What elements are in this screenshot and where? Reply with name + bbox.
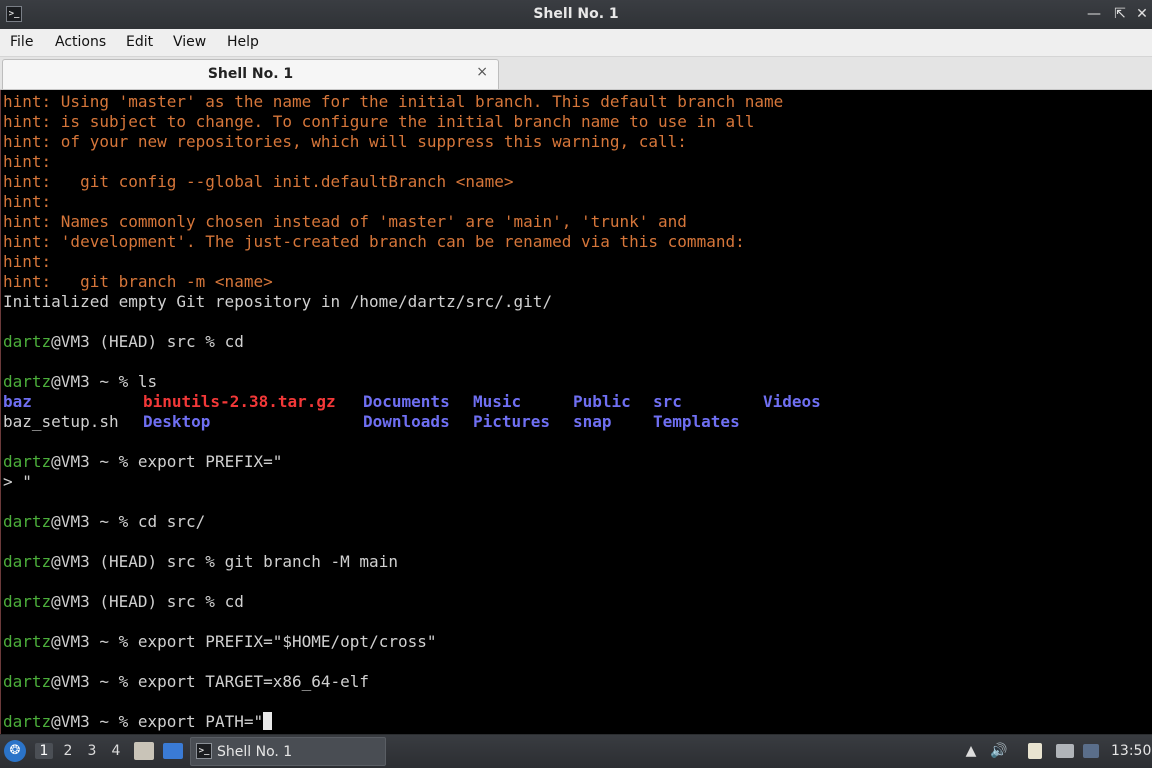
hint-line: hint: — [3, 192, 52, 211]
ls-entry-archive: binutils-2.38.tar.gz — [143, 392, 336, 411]
close-button[interactable]: ✕ — [1132, 4, 1152, 24]
prompt-text: @VM3 (HEAD) src % — [51, 332, 225, 351]
ls-entry-dir: Downloads — [363, 412, 450, 431]
hint-line: hint: Using 'master' as the name for the… — [3, 92, 784, 111]
taskbar-window-shell[interactable]: >_ Shell No. 1 — [190, 737, 386, 766]
prompt-text: @VM3 ~ % — [51, 712, 138, 731]
menu-bar: File Actions Edit View Help — [0, 29, 1152, 57]
prompt-user: dartz — [3, 672, 52, 691]
prompt-user: dartz — [3, 632, 52, 651]
updates-icon[interactable] — [1083, 744, 1099, 758]
tray-expand-icon[interactable]: ▲ — [962, 742, 980, 760]
menu-view[interactable]: View — [173, 34, 206, 50]
prompt-text: @VM3 (HEAD) src % — [51, 552, 225, 571]
prompt-text: @VM3 ~ % — [51, 672, 138, 691]
minimize-button[interactable]: — — [1084, 4, 1104, 24]
text-cursor — [263, 712, 273, 730]
maximize-button[interactable]: ⇱ — [1110, 4, 1130, 24]
desktop-4-button[interactable]: 4 — [107, 743, 125, 759]
prompt-line: dartz@VM3 (HEAD) src % cd — [3, 332, 244, 352]
prompt-user: dartz — [3, 512, 52, 531]
terminal-output[interactable]: hint: Using 'master' as the name for the… — [0, 90, 1152, 734]
prompt-line: dartz@VM3 ~ % export TARGET=x86_64-elf — [3, 672, 369, 692]
clock[interactable]: 13:50 — [1111, 743, 1151, 759]
window-title: Shell No. 1 — [533, 6, 619, 22]
ls-entry-dir: src — [653, 392, 682, 411]
menu-help[interactable]: Help — [227, 34, 259, 50]
ls-entry-dir: snap — [573, 412, 612, 431]
menu-file[interactable]: File — [10, 34, 33, 50]
tab-shell-1[interactable]: Shell No. 1 × — [2, 59, 499, 89]
file-manager-icon[interactable] — [134, 742, 154, 760]
command-text: cd — [224, 332, 244, 351]
hint-line: hint: — [3, 252, 52, 271]
prompt-text: @VM3 ~ % — [51, 632, 138, 651]
show-desktop-icon[interactable] — [163, 743, 183, 759]
tab-label: Shell No. 1 — [207, 66, 294, 82]
window-titlebar[interactable]: >_ Shell No. 1 — ⇱ ✕ — [0, 0, 1152, 29]
ls-entry-dir: Music — [473, 392, 522, 411]
prompt-text: @VM3 (HEAD) src % — [51, 592, 225, 611]
prompt-user: dartz — [3, 332, 52, 351]
prompt-line-active[interactable]: dartz@VM3 ~ % export PATH=" — [3, 712, 273, 732]
prompt-line: dartz@VM3 (HEAD) src % git branch -M mai… — [3, 552, 398, 572]
command-text: export PREFIX=" — [137, 452, 283, 471]
ls-entry-file: baz_setup.sh — [3, 412, 119, 431]
prompt-user: dartz — [3, 552, 52, 571]
prompt-line: dartz@VM3 ~ % cd src/ — [3, 512, 205, 532]
prompt-text: @VM3 ~ % — [51, 452, 138, 471]
tab-strip: Shell No. 1 × — [0, 57, 1152, 90]
ls-entry-dir: Videos — [763, 392, 821, 411]
ls-entry-dir: Desktop — [143, 412, 211, 431]
prompt-text: @VM3 ~ % — [51, 372, 138, 391]
prompt-user: dartz — [3, 452, 52, 471]
command-text: cd — [224, 592, 244, 611]
clipboard-icon[interactable] — [1028, 743, 1042, 759]
prompt-user: dartz — [3, 372, 52, 391]
prompt-text: @VM3 ~ % — [51, 512, 138, 531]
ls-entry-dir: Templates — [653, 412, 740, 431]
desktop-3-button[interactable]: 3 — [83, 743, 101, 759]
command-text: export PREFIX="$HOME/opt/cross" — [137, 632, 437, 651]
command-text: git branch -M main — [224, 552, 398, 571]
init-message: Initialized empty Git repository in /hom… — [3, 292, 553, 311]
command-text: export TARGET=x86_64-elf — [137, 672, 370, 691]
ls-entry-dir: Public — [573, 392, 631, 411]
prompt-line: dartz@VM3 ~ % export PREFIX="$HOME/opt/c… — [3, 632, 437, 652]
hint-line: hint: — [3, 152, 52, 171]
hint-line: hint: Names commonly chosen instead of '… — [3, 212, 687, 231]
network-icon[interactable] — [1056, 744, 1074, 758]
hint-line: hint: is subject to change. To configure… — [3, 112, 755, 131]
hint-line: hint: git config --global init.defaultBr… — [3, 172, 514, 191]
hint-line: hint: 'development'. The just-created br… — [3, 232, 745, 251]
ls-entry-dir: Documents — [363, 392, 450, 411]
desktop-1-button[interactable]: 1 — [35, 743, 53, 759]
menu-edit[interactable]: Edit — [126, 34, 153, 50]
prompt-line: dartz@VM3 ~ % ls — [3, 372, 157, 392]
hint-line: hint: of your new repositories, which wi… — [3, 132, 687, 151]
command-input[interactable]: export PATH=" — [138, 712, 263, 731]
hint-line: hint: git branch -m <name> — [3, 272, 273, 291]
prompt-user: dartz — [3, 712, 52, 731]
start-menu-icon[interactable]: ❂ — [4, 740, 26, 762]
menu-actions[interactable]: Actions — [55, 34, 106, 50]
taskbar: ❂ 1 2 3 4 >_ Shell No. 1 ▲ 🔊 13:50 — [0, 735, 1152, 768]
prompt-line: dartz@VM3 ~ % export PREFIX=" — [3, 452, 282, 472]
command-text: cd src/ — [137, 512, 206, 531]
desktop-2-button[interactable]: 2 — [59, 743, 77, 759]
ls-entry-dir: Pictures — [473, 412, 551, 431]
prompt-line: dartz@VM3 (HEAD) src % cd — [3, 592, 244, 612]
prompt-user: dartz — [3, 592, 52, 611]
taskbar-window-label: Shell No. 1 — [217, 744, 293, 760]
volume-icon[interactable]: 🔊 — [990, 742, 1008, 760]
terminal-icon: >_ — [196, 743, 212, 759]
continuation-line: > " — [3, 472, 32, 491]
tab-close-icon[interactable]: × — [476, 64, 488, 80]
ls-entry-dir: baz — [3, 392, 32, 411]
command-text: ls — [137, 372, 158, 391]
